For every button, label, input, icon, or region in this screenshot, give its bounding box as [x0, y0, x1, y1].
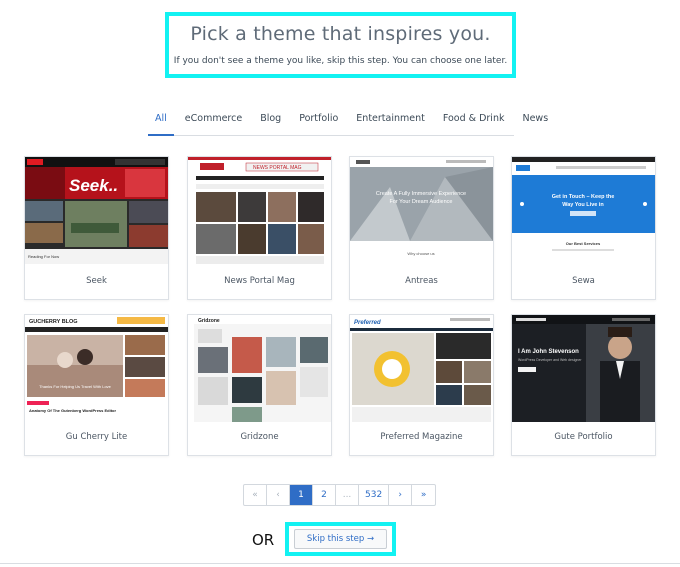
theme-preview-sewa: Get in Touch – Keep the Way You Live in … [512, 157, 655, 264]
theme-preview-seek: Seek.. Reading For Now [25, 157, 168, 264]
theme-card-news-portal-mag[interactable]: NEWS PORTAL MAG News Portal Mag [187, 156, 332, 300]
filter-tab-news[interactable]: News [515, 110, 555, 136]
or-label: OR [252, 531, 275, 549]
theme-name: Preferred Magazine [380, 432, 463, 442]
theme-preview-antreas: Create A Fully Immersive Experience For … [350, 157, 493, 264]
svg-text:Anatomy Of The Gutenberg WordP: Anatomy Of The Gutenberg WordPress Edito… [29, 408, 116, 413]
category-filter-tabs: All eCommerce Blog Portfolio Entertainme… [148, 110, 548, 136]
theme-name: Gute Portfolio [554, 432, 613, 442]
theme-name: Gridzone [240, 432, 279, 442]
theme-name: Seek [86, 276, 107, 286]
svg-text:GUCHERRY BLOG: GUCHERRY BLOG [29, 319, 78, 325]
theme-preview-preferred-magazine: Preferred [350, 315, 493, 422]
filter-tab-all[interactable]: All [148, 110, 174, 136]
svg-text:Why choose us: Why choose us [407, 251, 434, 256]
page-title: Pick a theme that inspires you. [190, 23, 491, 45]
page-532-button[interactable]: 532 [359, 485, 390, 505]
last-page-button[interactable]: » [412, 485, 435, 505]
page-2-button[interactable]: 2 [313, 485, 336, 505]
next-page-button[interactable]: › [389, 485, 413, 505]
svg-text:Way You Live in: Way You Live in [562, 202, 604, 208]
theme-card-seek[interactable]: Seek.. Reading For Now Seek [24, 156, 169, 300]
svg-text:Thanks For Helping Us Travel W: Thanks For Helping Us Travel With Love [39, 384, 112, 389]
svg-text:Seek..: Seek.. [69, 176, 118, 195]
svg-text:NEWS PORTAL MAG: NEWS PORTAL MAG [253, 165, 302, 171]
skip-highlight: Skip this step → [285, 522, 396, 556]
filter-tab-entertainment[interactable]: Entertainment [349, 110, 432, 136]
theme-preview-gridzone: Gridzone [188, 315, 331, 422]
theme-card-sewa[interactable]: Get in Touch – Keep the Way You Live in … [511, 156, 656, 300]
skip-step-button[interactable]: Skip this step → [294, 529, 387, 549]
svg-text:WordPress Developer and Web de: WordPress Developer and Web designer [518, 358, 582, 362]
theme-card-gute-portfolio[interactable]: I Am John Stevenson WordPress Developer … [511, 314, 656, 456]
theme-name: News Portal Mag [224, 276, 295, 286]
bottom-divider [0, 563, 680, 564]
header-highlight: Pick a theme that inspires you. If you d… [165, 12, 516, 78]
page-subtitle: If you don't see a theme you like, skip … [173, 56, 508, 66]
theme-card-gu-cherry-lite[interactable]: GUCHERRY BLOG Thanks For Helping Us Trav… [24, 314, 169, 456]
theme-preview-gute-portfolio: I Am John Stevenson WordPress Developer … [512, 315, 655, 422]
first-page-button[interactable]: « [244, 485, 267, 505]
theme-card-gridzone[interactable]: Gridzone Gridzone [187, 314, 332, 456]
svg-text:Reading For Now: Reading For Now [28, 254, 59, 259]
svg-text:For Your Dream Audience: For Your Dream Audience [390, 199, 453, 205]
page-1-button[interactable]: 1 [290, 485, 313, 505]
filter-tab-portfolio[interactable]: Portfolio [292, 110, 345, 136]
theme-card-antreas[interactable]: Create A Fully Immersive Experience For … [349, 156, 494, 300]
pagination-ellipsis: ... [336, 485, 359, 505]
theme-preview-gu-cherry-lite: GUCHERRY BLOG Thanks For Helping Us Trav… [25, 315, 168, 422]
svg-text:Create A Fully Immersive Exper: Create A Fully Immersive Experience [376, 191, 466, 197]
svg-text:Gridzone: Gridzone [198, 318, 220, 324]
svg-text:Preferred: Preferred [354, 320, 381, 326]
theme-card-preferred-magazine[interactable]: Preferred Preferred Magazine [349, 314, 494, 456]
svg-text:I Am John Stevenson: I Am John Stevenson [518, 349, 579, 355]
filter-tab-blog[interactable]: Blog [253, 110, 288, 136]
theme-name: Gu Cherry Lite [65, 432, 128, 442]
theme-name: Antreas [405, 276, 438, 286]
svg-text:Get in Touch – Keep the: Get in Touch – Keep the [552, 194, 615, 200]
theme-preview-news-portal-mag: NEWS PORTAL MAG [188, 157, 331, 264]
svg-text:Our Best Services: Our Best Services [566, 241, 601, 246]
filter-tab-ecommerce[interactable]: eCommerce [178, 110, 249, 136]
previous-page-button[interactable]: ‹ [267, 485, 290, 505]
filter-tab-food-drink[interactable]: Food & Drink [436, 110, 512, 136]
theme-name: Sewa [572, 276, 595, 286]
pagination: « ‹ 1 2 ... 532 › » [243, 484, 437, 506]
